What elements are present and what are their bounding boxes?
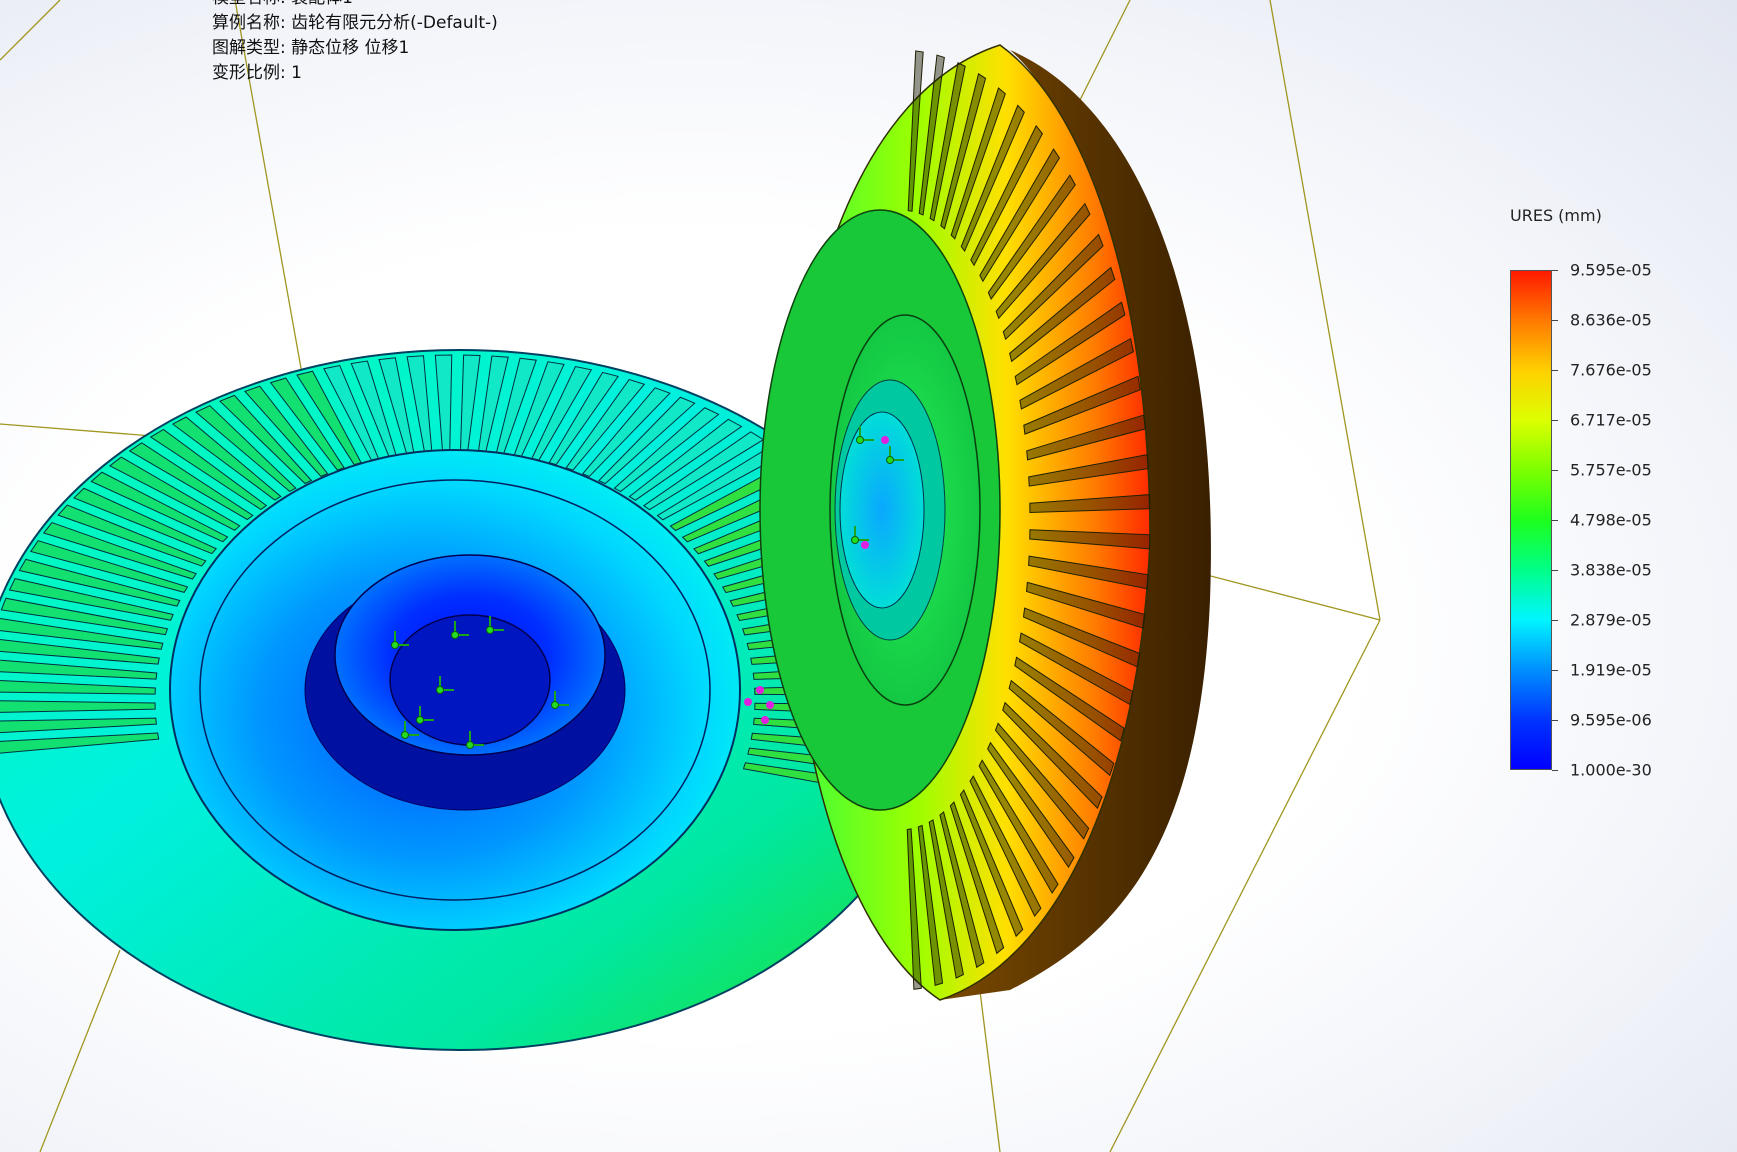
load-marker-icon [881, 436, 889, 444]
legend-tick [1552, 570, 1558, 571]
legend-tick [1552, 370, 1558, 371]
legend-tick [1552, 270, 1558, 271]
legend-title: URES (mm) [1510, 206, 1602, 225]
study-name-label: 算例名称: 齿轮有限元分析(-Default-) [212, 13, 498, 33]
legend-value-label: 5.757e-05 [1570, 460, 1652, 480]
legend-tick [1552, 770, 1558, 771]
legend-value-label: 1.000e-30 [1570, 760, 1652, 780]
legend-value-label: 6.717e-05 [1570, 410, 1652, 430]
legend-value-label: 9.595e-05 [1570, 260, 1652, 280]
load-marker-icon [766, 701, 774, 709]
legend-tick [1552, 320, 1558, 321]
plot-type-label: 图解类型: 静态位移 位移1 [212, 38, 410, 58]
legend-color-bar [1510, 270, 1552, 770]
legend-tick [1552, 420, 1558, 421]
legend-value-label: 1.919e-05 [1570, 660, 1652, 680]
legend-tick [1552, 620, 1558, 621]
model-name-label: 模型名称: 装配体1 [212, 0, 498, 11]
legend-value-label: 3.838e-05 [1570, 560, 1652, 580]
plot-info-panel: 模型名称: 装配体1 算例名称: 齿轮有限元分析(-Default-) 图解类型… [212, 0, 498, 86]
load-marker-icon [756, 686, 764, 694]
legend-value-label: 2.879e-05 [1570, 610, 1652, 630]
legend-tick [1552, 470, 1558, 471]
legend-tick [1552, 670, 1558, 671]
legend-tick [1552, 520, 1558, 521]
legend-tick [1552, 720, 1558, 721]
model-viewport[interactable] [0, 0, 1737, 1152]
color-legend[interactable]: URES (mm) 9.595e-05 8.636e-05 7.676e-05 6.7… [1490, 200, 1690, 780]
legend-value-label: 7.676e-05 [1570, 360, 1652, 380]
deformation-scale-label: 变形比例: 1 [212, 63, 302, 83]
load-marker-icon [861, 541, 869, 549]
load-marker-icon [761, 716, 769, 724]
legend-value-label: 9.595e-06 [1570, 710, 1652, 730]
load-marker-icon [744, 698, 752, 706]
legend-value-label: 4.798e-05 [1570, 510, 1652, 530]
legend-value-label: 8.636e-05 [1570, 310, 1652, 330]
